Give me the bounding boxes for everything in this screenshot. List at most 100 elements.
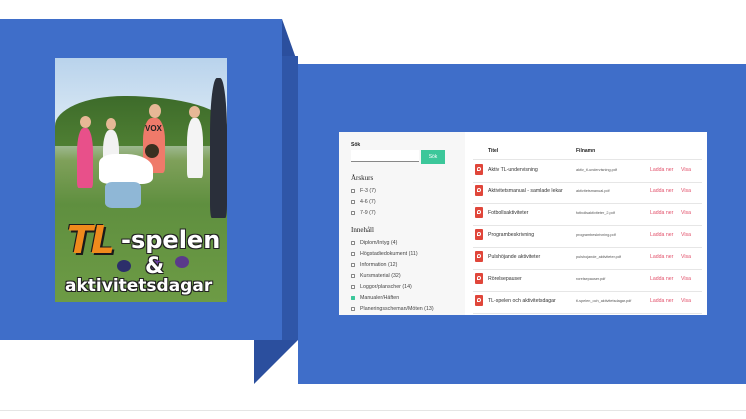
cover-person bbox=[99, 154, 153, 184]
filter-label: F-3 (7) bbox=[360, 187, 376, 194]
grade-filter-item[interactable]: 4-6 (7) bbox=[351, 196, 376, 207]
grade-filter-list: F-3 (7) 4-6 (7) 7-9 (7) bbox=[351, 185, 376, 218]
checkbox[interactable] bbox=[351, 273, 355, 278]
filter-label: Diplom/Intyg (4) bbox=[360, 239, 398, 246]
document-filename: aktivitetsmanual.pdf bbox=[576, 189, 610, 193]
search-input[interactable] bbox=[351, 150, 419, 162]
content-filter-list: Diplom/Intyg (4) Högstadiedokument (11) … bbox=[351, 237, 434, 315]
checkbox[interactable] bbox=[351, 307, 355, 312]
content-filter-item[interactable]: Loggor/planscher (14) bbox=[351, 281, 434, 292]
document-filename: pulshojande_aktiviteter.pdf bbox=[576, 255, 621, 259]
table-row: Fotbollsaktiviteter fotbollsaktiviteter_… bbox=[473, 203, 702, 226]
grade-filter-item[interactable]: 7-9 (7) bbox=[351, 207, 376, 218]
pdf-icon bbox=[475, 251, 483, 262]
checkbox[interactable] bbox=[351, 284, 355, 289]
search-button[interactable]: Sök bbox=[421, 150, 445, 164]
checkbox[interactable] bbox=[351, 199, 355, 204]
document-title: Aktivitetsmanual - samlade lekar bbox=[488, 188, 563, 194]
view-link[interactable]: Visa bbox=[681, 276, 691, 282]
document-library-panel: Sök Sök Årskurs F-3 (7) 4-6 (7) 7-9 (7) … bbox=[339, 132, 707, 315]
pdf-icon bbox=[475, 229, 483, 240]
logo-tl-text: TL bbox=[67, 218, 115, 262]
pdf-icon bbox=[475, 295, 483, 306]
filter-label: 4-6 (7) bbox=[360, 198, 376, 205]
filter-sidebar: Sök Sök Årskurs F-3 (7) 4-6 (7) 7-9 (7) … bbox=[339, 132, 465, 315]
document-table: Titel Filnamn Aktiv TL-undervisning akti… bbox=[465, 132, 707, 315]
view-link[interactable]: Visa bbox=[681, 254, 691, 260]
pdf-icon bbox=[475, 185, 483, 196]
grade-filter-item[interactable]: F-3 (7) bbox=[351, 185, 376, 196]
content-filter-item[interactable]: Diplom/Intyg (4) bbox=[351, 237, 434, 248]
filter-label: Manualer/Häften bbox=[360, 295, 400, 302]
download-link[interactable]: Ladda ner bbox=[650, 276, 673, 282]
content-filter-title: Innehåll bbox=[351, 226, 374, 234]
logo-spelen-text: -spelen bbox=[121, 226, 221, 254]
search-label: Sök bbox=[351, 142, 361, 148]
document-filename: aktiv_tl-undervisning.pdf bbox=[576, 168, 617, 172]
document-filename: programbeskrivning.pdf bbox=[576, 233, 616, 237]
document-filename: tl-spelen_och_aktivitetsdagar.pdf bbox=[576, 299, 632, 303]
content-filter-item[interactable]: Planeringsscheman/Möten (13) bbox=[351, 304, 434, 315]
cover-person bbox=[105, 182, 141, 208]
document-title: Rörelsepauser bbox=[488, 276, 522, 282]
filter-label: Högstadiedokument (11) bbox=[360, 250, 418, 257]
table-row: Aktiv TL-undervisning aktiv_tl-undervisn… bbox=[473, 159, 702, 183]
content-filter-item[interactable]: Högstadiedokument (11) bbox=[351, 248, 434, 259]
filter-label: Loggor/planscher (14) bbox=[360, 283, 412, 290]
document-title: Aktiv TL-undervisning bbox=[488, 167, 538, 173]
document-title: Pulshöjande aktiviteter bbox=[488, 254, 541, 260]
view-link[interactable]: Visa bbox=[681, 298, 691, 304]
fold-shadow-side bbox=[282, 56, 298, 340]
pdf-icon bbox=[475, 164, 483, 175]
view-link[interactable]: Visa bbox=[681, 167, 691, 173]
table-row: Programbeskrivning programbeskrivning.pd… bbox=[473, 225, 702, 248]
document-filename: fotbollsaktiviteter_2.pdf bbox=[576, 211, 615, 215]
checkbox[interactable] bbox=[351, 251, 355, 256]
document-title: Programbeskrivning bbox=[488, 232, 535, 238]
checkbox-checked[interactable] bbox=[351, 296, 355, 301]
filter-label: 7-9 (7) bbox=[360, 209, 376, 216]
filter-label: Information (12) bbox=[360, 261, 398, 268]
brochure-cover-image: VOX TL -spelen & aktivitetsdagar bbox=[55, 58, 227, 302]
cover-head bbox=[106, 118, 116, 130]
table-row: Rörelsepauser rorelsepauser.pdf Ladda ne… bbox=[473, 269, 702, 292]
table-row: TL-spelen och aktivitetsdagar tl-spelen_… bbox=[473, 291, 702, 314]
download-link[interactable]: Ladda ner bbox=[650, 298, 673, 304]
content-filter-item[interactable]: Information (12) bbox=[351, 259, 434, 270]
document-title: Fotbollsaktiviteter bbox=[488, 210, 529, 216]
cover-person bbox=[187, 118, 203, 178]
table-row: Pulshöjande aktiviteter pulshojande_akti… bbox=[473, 247, 702, 270]
download-link[interactable]: Ladda ner bbox=[650, 188, 673, 194]
document-filename: rorelsepauser.pdf bbox=[576, 277, 606, 281]
view-link[interactable]: Visa bbox=[681, 232, 691, 238]
document-title: TL-spelen och aktivitetsdagar bbox=[488, 298, 556, 304]
cover-head bbox=[145, 144, 159, 158]
grade-filter-title: Årskurs bbox=[351, 174, 374, 182]
column-header-title: Titel bbox=[488, 148, 499, 154]
download-link[interactable]: Ladda ner bbox=[650, 210, 673, 216]
view-link[interactable]: Visa bbox=[681, 210, 691, 216]
filter-label: Kursmaterial (32) bbox=[360, 272, 401, 279]
checkbox[interactable] bbox=[351, 188, 355, 193]
download-link[interactable]: Ladda ner bbox=[650, 232, 673, 238]
pdf-icon bbox=[475, 273, 483, 284]
column-header-filename: Filnamn bbox=[576, 148, 596, 154]
cover-person bbox=[210, 78, 227, 218]
bottom-divider bbox=[0, 410, 746, 411]
tl-spelen-logo: TL -spelen & aktivitetsdagar bbox=[65, 218, 225, 298]
content-filter-item[interactable]: Manualer/Häften bbox=[351, 292, 434, 303]
download-link[interactable]: Ladda ner bbox=[650, 254, 673, 260]
download-link[interactable]: Ladda ner bbox=[650, 167, 673, 173]
table-row: Aktivitetsmanual - samlade lekar aktivit… bbox=[473, 181, 702, 204]
view-link[interactable]: Visa bbox=[681, 188, 691, 194]
fold-shadow-bottom bbox=[254, 340, 298, 384]
checkbox[interactable] bbox=[351, 240, 355, 245]
content-filter-item[interactable]: Kursmaterial (32) bbox=[351, 270, 434, 281]
filter-label: Planeringsscheman/Möten (13) bbox=[360, 306, 434, 313]
pdf-icon bbox=[475, 207, 483, 218]
cover-shirt-text: VOX bbox=[145, 124, 162, 133]
cover-person bbox=[77, 128, 93, 188]
logo-aktivitetsdagar-text: aktivitetsdagar bbox=[65, 276, 213, 296]
checkbox[interactable] bbox=[351, 210, 355, 215]
checkbox[interactable] bbox=[351, 262, 355, 267]
